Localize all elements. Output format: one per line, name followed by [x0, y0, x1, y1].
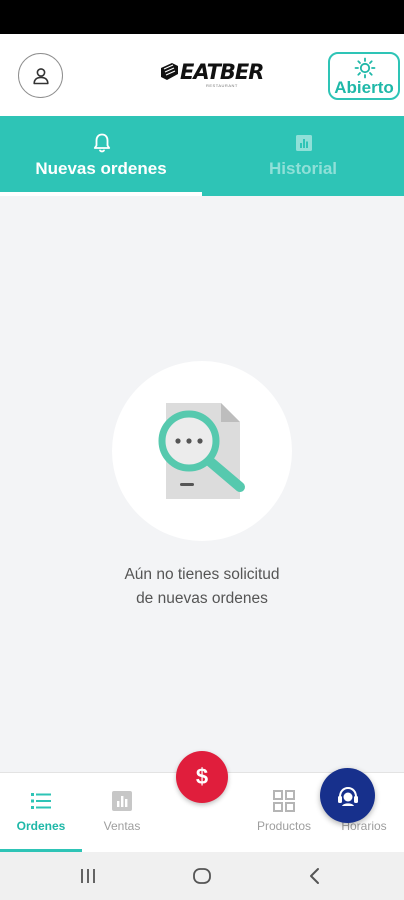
top-app-bar: EATBER RESTAURANT Abierto [0, 34, 404, 116]
document-search-icon [158, 403, 245, 499]
status-bar [0, 0, 404, 34]
profile-button[interactable] [18, 53, 63, 98]
tab-label: Historial [268, 159, 338, 178]
nav-label: Horarios [341, 819, 387, 833]
tab-bar: Nuevas ordenes Historial [0, 116, 404, 196]
grid-icon [273, 790, 295, 812]
nav-label: Ventas [103, 819, 141, 833]
tab-historial[interactable]: Historial [202, 116, 404, 196]
bar-chart-icon [112, 791, 132, 811]
status-label: Abierto [334, 78, 394, 97]
eatber-logo: EATBER RESTAURANT [158, 58, 264, 90]
nav-label: Ordenes [16, 819, 66, 833]
logo-subtext: RESTAURANT [206, 83, 238, 88]
open-status-toggle[interactable]: Abierto [328, 52, 400, 100]
list-icon [31, 793, 51, 809]
back-icon[interactable] [303, 864, 327, 888]
person-icon [32, 67, 49, 84]
empty-message-line2: de nuevas ordenes [136, 590, 268, 607]
empty-message-line1: Aún no tienes solicitud [124, 566, 280, 583]
logo-mark-icon [161, 63, 178, 80]
active-tab-indicator [0, 192, 202, 196]
tab-label: Nuevas ordenes [35, 159, 167, 178]
recent-apps-icon[interactable] [76, 864, 100, 888]
home-icon[interactable] [190, 864, 214, 888]
nav-label: Productos [256, 819, 312, 833]
empty-state-illustration [112, 361, 292, 541]
nav-item-ventas[interactable]: Ventas [82, 773, 162, 853]
dollar-icon: $ [195, 764, 209, 789]
support-agent-icon [337, 786, 358, 806]
sun-icon [354, 57, 376, 79]
logo-text: EATBER [180, 60, 264, 84]
nav-item-ordenes[interactable]: Ordenes [0, 773, 82, 853]
sales-fab-button[interactable]: $ [176, 751, 228, 803]
support-fab-button[interactable] [320, 768, 375, 823]
chart-icon [296, 135, 312, 151]
system-navigation-bar [0, 852, 404, 900]
tab-nuevas-ordenes[interactable]: Nuevas ordenes [0, 116, 202, 196]
nav-item-productos[interactable]: Productos [244, 773, 324, 853]
bell-icon [93, 133, 111, 153]
empty-state-message: Aún no tienes solicitud de nuevas ordene… [80, 563, 324, 611]
